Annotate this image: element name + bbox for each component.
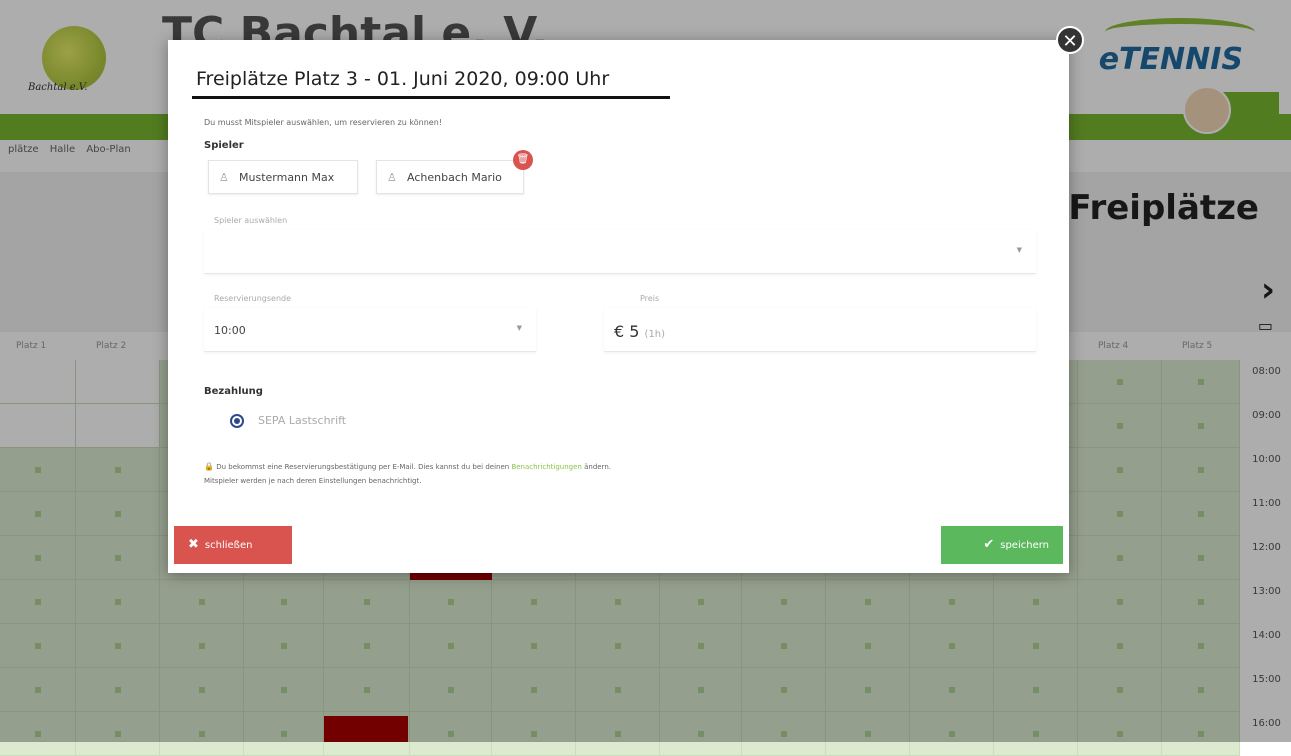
user-icon: ♙ (219, 171, 229, 184)
chevron-down-icon: ▼ (1016, 246, 1022, 254)
save-button-label: speichern (1000, 540, 1049, 551)
price-label: Preis (640, 294, 660, 303)
player-select[interactable]: ▼ (204, 230, 1036, 274)
modal-close-icon[interactable]: ✕ (1056, 26, 1084, 54)
payment-label: Bezahlung (204, 386, 263, 397)
price-field (604, 308, 1036, 352)
info-text-3: Mitspieler werden je nach deren Einstell… (204, 477, 422, 485)
sepa-radio[interactable] (230, 414, 244, 428)
modal-title: Freiplätze Platz 3 - 01. Juni 2020, 09:0… (196, 68, 610, 90)
chevron-down-icon: ▼ (516, 324, 522, 332)
remove-player-trash-icon[interactable]: 🗑 (513, 150, 533, 170)
reservation-modal: Freiplätze Platz 3 - 01. Juni 2020, 09:0… (168, 40, 1069, 573)
title-underline (192, 96, 670, 99)
player-chip[interactable]: ♙ Mustermann Max (208, 160, 358, 194)
player-name: Achenbach Mario (407, 171, 502, 184)
close-button-label: schließen (204, 540, 253, 551)
sepa-radio-label[interactable]: SEPA Lastschrift (258, 414, 346, 427)
hint-text: Du musst Mitspieler auswählen, um reserv… (204, 118, 442, 127)
check-icon: ✔ (983, 537, 995, 552)
price-amount: € 5 (614, 322, 640, 341)
close-icon: ✖ (188, 537, 199, 552)
lock-icon: 🔒 (204, 462, 214, 471)
user-icon: ♙ (387, 171, 397, 184)
price-value: € 5 (1h) (614, 322, 665, 341)
player-name: Mustermann Max (239, 171, 335, 184)
close-button[interactable]: ✖ schließen (174, 526, 292, 564)
reservation-end-label: Reservierungsende (214, 294, 292, 303)
save-button[interactable]: ✔ speichern (941, 526, 1063, 564)
notification-info: 🔒 Du bekommst eine Reservierungsbestätig… (204, 460, 804, 488)
player-chip[interactable]: ♙ Achenbach Mario (376, 160, 524, 194)
reservation-end-value: 10:00 (214, 324, 246, 337)
reservation-end-select[interactable]: 10:00 ▼ (204, 308, 536, 352)
player-select-label: Spieler auswählen (214, 216, 288, 225)
players-label: Spieler (204, 140, 244, 151)
notifications-link[interactable]: Benachrichtigungen (511, 463, 581, 471)
price-unit: (1h) (644, 329, 666, 340)
info-text-1: Du bekommst eine Reservierungsbestätigun… (216, 463, 510, 471)
info-text-2: ändern. (584, 463, 611, 471)
